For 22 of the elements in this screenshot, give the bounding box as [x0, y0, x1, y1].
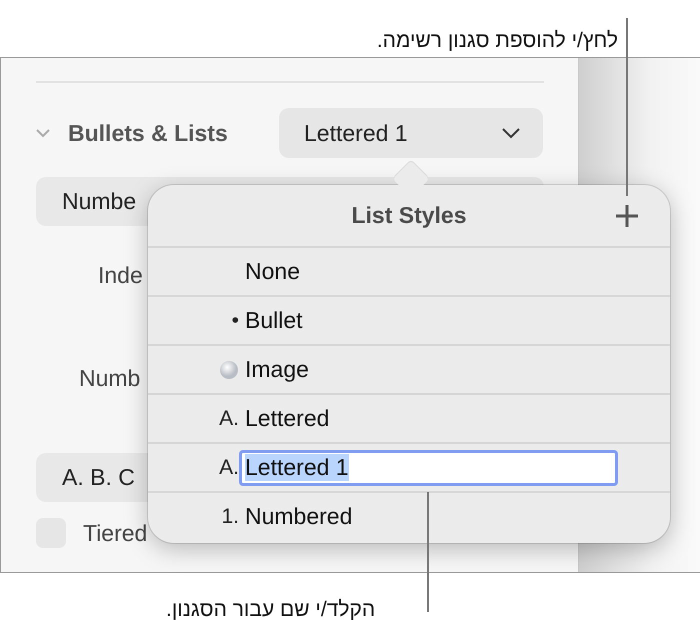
- section-title: Bullets & Lists: [68, 120, 228, 146]
- list-style-item[interactable]: Image: [245, 356, 309, 383]
- checkbox-label: Tiered: [83, 520, 148, 546]
- list-marker: •: [232, 308, 239, 332]
- list-marker: A.: [219, 456, 239, 480]
- list-marker: A.: [219, 406, 239, 430]
- style-dropdown[interactable]: Lettered 1: [279, 108, 543, 158]
- chevron-down-icon: [501, 127, 521, 139]
- list-style-item[interactable]: Numbered: [245, 503, 352, 530]
- number-label: Numb: [79, 365, 140, 392]
- image-bullet-icon: [219, 360, 239, 380]
- list-style-item[interactable]: Lettered: [245, 405, 330, 432]
- list-style-item[interactable]: Bullet: [245, 307, 303, 334]
- callout-text: הקלד/י שם עבור הסגנון.: [166, 597, 376, 623]
- add-icon[interactable]: [615, 204, 639, 228]
- callout-text: לחץ/י להוספת סגנון רשימה.: [376, 28, 618, 54]
- popover-title: List Styles: [351, 202, 467, 229]
- list-style-item[interactable]: None: [245, 258, 300, 285]
- chevron-icon[interactable]: [36, 128, 50, 138]
- name-field[interactable]: Lettered 1: [239, 450, 618, 486]
- list-marker: 1.: [221, 504, 239, 528]
- indent-label: Inde: [98, 262, 143, 289]
